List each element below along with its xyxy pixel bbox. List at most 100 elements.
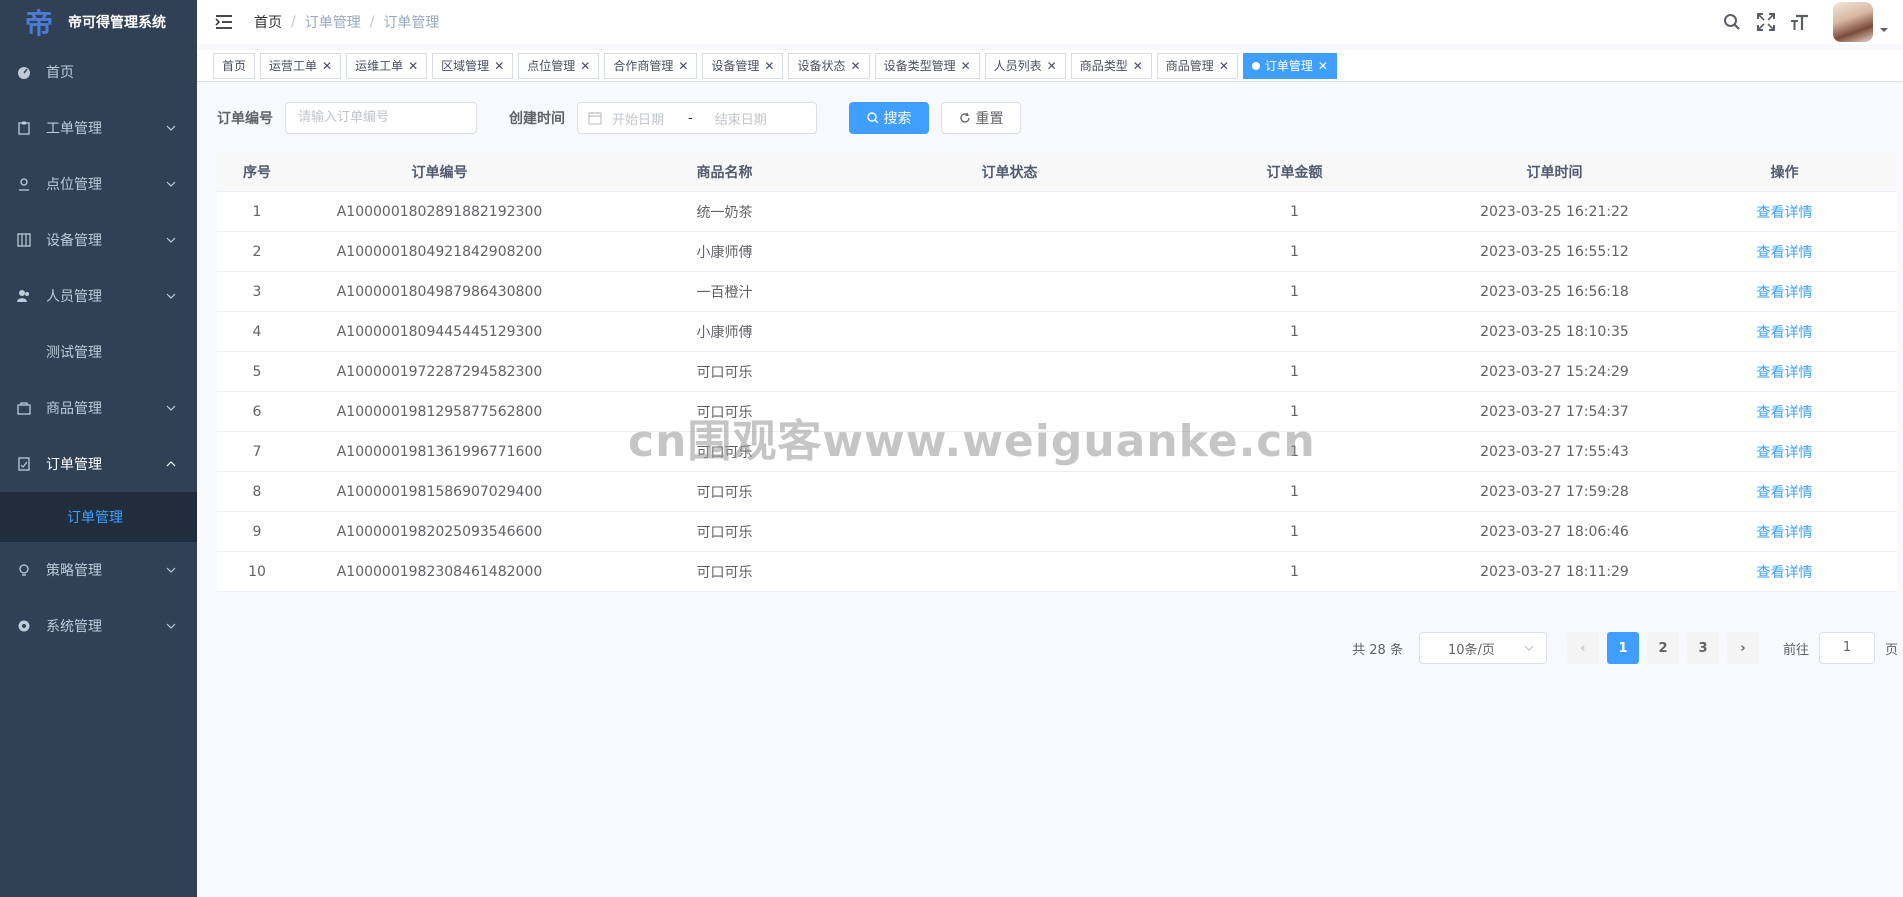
hamburger-icon[interactable] [214,12,234,32]
page-3-button[interactable]: 3 [1686,632,1719,664]
breadcrumb-current: 订单管理 [383,15,440,31]
sidebar-item-strategy[interactable]: 策略管理 [0,542,197,598]
logo[interactable]: 帝 帝可得管理系统 [0,0,197,44]
close-icon[interactable]: ✕ [1219,59,1229,73]
end-date-input[interactable]: 结束日期 [715,109,767,128]
close-icon[interactable]: ✕ [764,59,774,73]
action-cell: 查看详情 [1672,482,1897,502]
close-icon[interactable]: ✕ [494,59,504,73]
view-details-link[interactable]: 查看详情 [1757,525,1813,541]
goto-page-input[interactable]: 1 [1818,632,1875,664]
range-separator: - [688,110,693,126]
sidebar-item-location[interactable]: 点位管理 [0,156,197,212]
view-details-link[interactable]: 查看详情 [1757,565,1813,581]
tag-region[interactable]: 区域管理 ✕ [432,52,514,79]
chevron-up-icon [166,461,176,467]
tag-goods[interactable]: 商品管理 ✕ [1156,52,1238,79]
chevron-down-icon [166,623,176,629]
date-range-picker[interactable]: 开始日期 - 结束日期 [577,102,817,134]
next-page-button[interactable]: › [1726,632,1759,664]
view-details-link[interactable]: 查看详情 [1757,485,1813,501]
avatar[interactable] [1833,2,1873,42]
table-row: 2 A1000001804921842908200 小康师傅 1 2023-03-25 … [217,232,1897,272]
breadcrumb-home[interactable]: 首页 [254,12,282,32]
table-row: 4 A1000001809445445129300 小康师傅 1 2023-03-25 … [217,312,1897,352]
search-button[interactable]: 搜索 [849,102,929,134]
close-icon[interactable]: ✕ [1133,59,1143,73]
close-icon[interactable]: ✕ [1047,59,1057,73]
fullscreen-icon[interactable] [1755,11,1777,33]
tag-location[interactable]: 点位管理 ✕ [518,52,600,79]
close-icon[interactable]: ✕ [851,59,861,73]
table-row: 5 A1000001972287294582300 可口可乐 1 2023-03-27 … [217,352,1897,392]
order-no: A1000001981361996771600 [336,443,543,460]
tag-people-list[interactable]: 人员列表 ✕ [984,52,1066,79]
tag-maint-workorder[interactable]: 运维工单 ✕ [346,52,428,79]
sidebar-item-label: 策略管理 [46,563,102,579]
close-icon[interactable]: ✕ [580,59,590,73]
tag-label: 合作商管理 [613,59,674,73]
action-cell: 查看详情 [1672,362,1897,382]
tag-label: 首页 [222,59,247,73]
tag-partner[interactable]: 合作商管理 ✕ [604,52,698,79]
close-icon[interactable]: ✕ [322,59,332,73]
tag-ops-workorder[interactable]: 运营工单 ✕ [260,52,342,79]
view-details-link[interactable]: 查看详情 [1757,205,1813,221]
order-amount: 1 [1290,563,1299,580]
sidebar-item-people[interactable]: 人员管理 [0,268,197,324]
tag-home[interactable]: 首页 [213,52,256,79]
search-icon[interactable] [1721,11,1743,33]
tag-device-status[interactable]: 设备状态 ✕ [788,52,870,79]
sidebar-item-order[interactable]: 订单管理 [0,436,197,492]
order-no: A1000001982025093546600 [336,523,543,540]
sidebar-submenu-order: 订单管理 [0,492,197,542]
page-size-select[interactable]: 10条/页 [1418,632,1547,664]
sidebar-item-label: 首页 [46,65,74,81]
view-details-link[interactable]: 查看详情 [1757,285,1813,301]
breadcrumb-separator: / [369,14,375,30]
sidebar-item-home[interactable]: 首页 [0,44,197,100]
sidebar-item-device[interactable]: 设备管理 [0,212,197,268]
close-icon[interactable]: ✕ [1318,59,1328,73]
sidebar-subitem-order-manage[interactable]: 订单管理 [0,492,197,542]
sidebar-item-test[interactable]: 测试管理 [0,324,197,380]
sidebar-item-goods[interactable]: 商品管理 [0,380,197,436]
order-time: 2023-03-25 18:10:35 [1480,323,1629,340]
sidebar-item-label: 人员管理 [46,289,102,305]
sidebar-item-system[interactable]: 系统管理 [0,598,197,654]
column-header: 订单状态 [981,164,1038,181]
view-details-link[interactable]: 查看详情 [1757,445,1813,461]
action-cell: 查看详情 [1672,282,1897,302]
prev-page-button[interactable]: ‹ [1566,632,1599,664]
row-index: 2 [252,243,262,260]
order-no-input[interactable]: 请输入订单编号 [285,102,477,134]
page-1-button[interactable]: 1 [1606,632,1639,664]
order-amount: 1 [1290,323,1299,340]
bulb-icon [16,562,32,578]
order-time: 2023-03-27 17:59:28 [1480,483,1629,500]
search-form: 订单编号 请输入订单编号 创建时间 开始日期 - 结束日期 搜索 重置 [217,102,1033,134]
tag-device-type[interactable]: 设备类型管理 ✕ [874,52,980,79]
tag-device[interactable]: 设备管理 ✕ [702,52,784,79]
caret-down-icon[interactable] [1879,25,1889,35]
chevron-down-icon [166,293,176,299]
order-time: 2023-03-27 18:11:29 [1480,563,1629,580]
tag-order-active[interactable]: 订单管理 ✕ [1242,52,1337,79]
view-details-link[interactable]: 查看详情 [1757,325,1813,341]
close-icon[interactable]: ✕ [678,59,688,73]
view-details-link[interactable]: 查看详情 [1757,365,1813,381]
tag-goods-type[interactable]: 商品类型 ✕ [1070,52,1152,79]
page-2-button[interactable]: 2 [1646,632,1679,664]
close-icon[interactable]: ✕ [408,59,418,73]
view-details-link[interactable]: 查看详情 [1757,405,1813,421]
clipboard-icon [16,120,32,136]
view-details-link[interactable]: 查看详情 [1757,245,1813,261]
close-icon[interactable]: ✕ [961,59,971,73]
action-cell: 查看详情 [1672,522,1897,542]
action-cell: 查看详情 [1672,322,1897,342]
start-date-input[interactable]: 开始日期 [612,109,664,128]
row-index: 8 [252,483,262,500]
font-size-icon[interactable] [1789,11,1811,33]
sidebar-item-workorder[interactable]: 工单管理 [0,100,197,156]
reset-button[interactable]: 重置 [941,102,1021,134]
